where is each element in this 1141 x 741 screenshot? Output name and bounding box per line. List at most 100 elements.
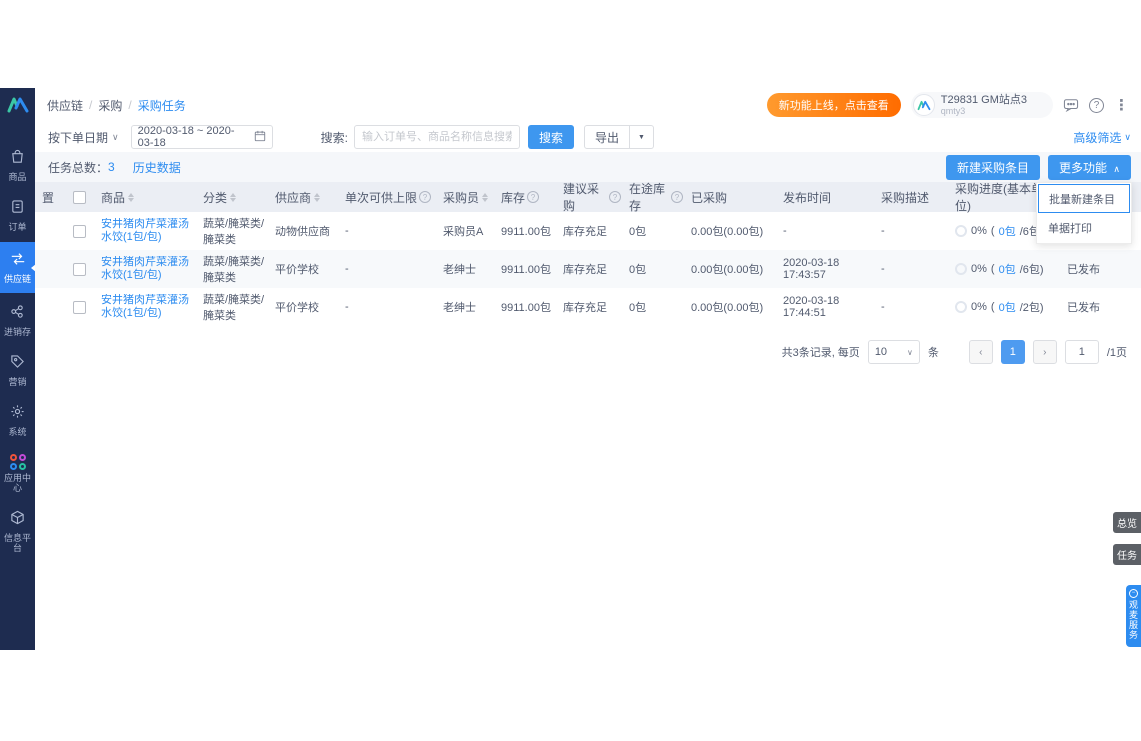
progress-done-link[interactable]: 0包	[999, 261, 1016, 277]
sort-icon[interactable]	[230, 193, 236, 202]
sort-icon[interactable]	[482, 193, 488, 202]
limit-cell: -	[341, 263, 439, 275]
current-page-button[interactable]: 1	[1001, 340, 1025, 364]
buyer-cell: 老绅士	[439, 299, 497, 315]
advanced-filter-link[interactable]: 高级筛选 ∨	[1073, 129, 1131, 146]
row-checkbox[interactable]	[73, 263, 86, 276]
brand-logo-icon[interactable]	[6, 96, 30, 114]
publish-time-cell: 2020-03-18 17:44:51	[779, 295, 877, 319]
search-input[interactable]	[354, 125, 520, 149]
header-supplier[interactable]: 供应商	[271, 189, 341, 206]
avatar	[913, 94, 935, 116]
suggest-cell: 库存充足	[559, 261, 625, 277]
sort-icon[interactable]	[314, 193, 320, 202]
table-header: 置 商品 分类 供应商 单次可供上限 ? 采购员	[35, 182, 1141, 212]
task-total-count: 3	[108, 160, 115, 174]
header-category[interactable]: 分类	[199, 189, 271, 206]
menu-item-print[interactable]: 单据打印	[1038, 213, 1130, 242]
header-buyer[interactable]: 采购员	[439, 189, 497, 206]
user-subname: qmty3	[941, 106, 1027, 116]
table-row: 安井猪肉芹菜灌汤水饺(1包/包) 蔬菜/腌菜类/腌菜类 动物供应商 - 采购员A…	[35, 212, 1141, 250]
sidebar-item-label: 订单	[0, 222, 35, 232]
product-link[interactable]: 安井猪肉芹菜灌汤水饺(1包/包)	[101, 218, 195, 244]
header-stock: 库存 ?	[497, 189, 559, 206]
more-functions-button[interactable]: 更多功能 ∧	[1048, 155, 1131, 180]
progress-done-link[interactable]: 0包	[999, 223, 1016, 239]
header-right-group: 新功能上线，点击查看 T29831 GM站点3 qmty3	[767, 92, 1129, 118]
help-tooltip-icon[interactable]: ?	[671, 191, 683, 203]
headset-icon: −	[1129, 589, 1138, 598]
tasks-float-tab[interactable]: 任务	[1113, 544, 1141, 565]
header-product[interactable]: 商品	[97, 189, 199, 206]
next-page-button[interactable]: ›	[1033, 340, 1057, 364]
table-row: 安井猪肉芹菜灌汤水饺(1包/包) 蔬菜/腌菜类/腌菜类 平价学校 - 老绅士 9…	[35, 288, 1141, 326]
sidebar-item-system[interactable]: 系统	[0, 397, 35, 443]
sidebar-item-label: 信息平台	[0, 533, 35, 553]
toolbar-buttons: 新建采购条目 更多功能 ∧	[946, 155, 1131, 180]
sidebar-item-supply-chain[interactable]: 供应链	[0, 242, 35, 293]
sidebar-item-info-platform[interactable]: 信息平台	[0, 503, 35, 559]
sidebar-item-app-center[interactable]: 应用中心	[0, 447, 35, 499]
user-menu[interactable]: T29831 GM站点3 qmty3	[911, 92, 1053, 118]
help-tooltip-icon[interactable]: ?	[419, 191, 431, 203]
buyer-cell: 采购员A	[439, 223, 497, 239]
sidebar-item-marketing[interactable]: 营销	[0, 347, 35, 393]
service-float-tab[interactable]: − 观麦服务	[1126, 585, 1141, 647]
page-jump-input[interactable]	[1065, 340, 1099, 364]
header-suggest: 建议采购 ?	[559, 180, 625, 214]
supplier-cell: 动物供应商	[271, 223, 341, 239]
limit-cell: -	[341, 225, 439, 237]
help-tooltip-icon[interactable]: ?	[609, 191, 621, 203]
message-icon[interactable]	[1063, 98, 1079, 112]
status-cell: 已发布	[1063, 299, 1133, 315]
menu-item-batch-create[interactable]: 批量新建条目	[1038, 184, 1130, 213]
date-range-picker[interactable]: 2020-03-18 ~ 2020-03-18	[131, 125, 273, 149]
new-feature-badge[interactable]: 新功能上线，点击查看	[767, 93, 901, 117]
help-icon[interactable]: ?	[1089, 98, 1104, 113]
progress-ring-icon	[955, 301, 967, 313]
progress-cell: 0% (0包/6包)	[951, 261, 1063, 277]
page-size-select[interactable]: 10 ∨	[868, 340, 920, 364]
date-type-select[interactable]: 按下单日期 ∨	[48, 129, 119, 146]
category-cell: 蔬菜/腌菜类/腌菜类	[199, 253, 271, 285]
header-supply-limit: 单次可供上限 ?	[341, 189, 439, 206]
overview-float-tab[interactable]: 总览	[1113, 512, 1141, 533]
sidebar-item-goods[interactable]: 商品	[0, 142, 35, 188]
suggest-cell: 库存充足	[559, 299, 625, 315]
progress-cell: 0% (0包/2包)	[951, 299, 1063, 315]
export-dropdown-caret[interactable]: ▼	[630, 125, 654, 149]
help-tooltip-icon[interactable]: ?	[527, 191, 539, 203]
product-link[interactable]: 安井猪肉芹菜灌汤水饺(1包/包)	[101, 294, 195, 320]
row-checkbox[interactable]	[73, 301, 86, 314]
breadcrumb-supply-chain[interactable]: 供应链	[47, 97, 83, 114]
prev-page-button[interactable]: ‹	[969, 340, 993, 364]
cube-icon	[10, 510, 25, 530]
category-cell: 蔬菜/腌菜类/腌菜类	[199, 291, 271, 323]
select-all-checkbox[interactable]	[73, 191, 86, 204]
row-checkbox[interactable]	[73, 225, 86, 238]
export-button[interactable]: 导出	[584, 125, 630, 149]
publish-time-cell: 2020-03-18 17:43:57	[779, 257, 877, 281]
chevron-down-icon: ∨	[1124, 132, 1131, 143]
calendar-icon	[254, 130, 266, 145]
sidebar-item-orders[interactable]: 订单	[0, 192, 35, 238]
filter-bar: 按下单日期 ∨ 2020-03-18 ~ 2020-03-18 搜索: 搜索 导…	[35, 122, 1141, 152]
new-purchase-item-button[interactable]: 新建采购条目	[946, 155, 1040, 180]
progress-done-link[interactable]: 0包	[999, 299, 1016, 315]
app-window: 商品 订单 供应链 进销存 营销	[0, 88, 1141, 650]
breadcrumb: 供应链 / 采购 / 采购任务	[47, 97, 186, 114]
user-name: T29831 GM站点3	[941, 94, 1027, 106]
sort-icon[interactable]	[128, 193, 134, 202]
search-button[interactable]: 搜索	[528, 125, 574, 149]
task-total-label: 任务总数：	[48, 159, 108, 176]
more-menu-icon[interactable]: ⋮	[1114, 96, 1129, 114]
sidebar-item-inventory[interactable]: 进销存	[0, 297, 35, 343]
breadcrumb-purchase[interactable]: 采购	[98, 97, 122, 114]
product-link[interactable]: 安井猪肉芹菜灌汤水饺(1包/包)	[101, 256, 195, 282]
history-data-link[interactable]: 历史数据	[133, 159, 181, 176]
header-purchased: 已采购	[687, 189, 779, 206]
sidebar-item-label: 商品	[0, 172, 35, 182]
document-icon	[10, 199, 25, 219]
buyer-cell: 老绅士	[439, 261, 497, 277]
stock-cell: 9911.00包	[497, 261, 559, 277]
